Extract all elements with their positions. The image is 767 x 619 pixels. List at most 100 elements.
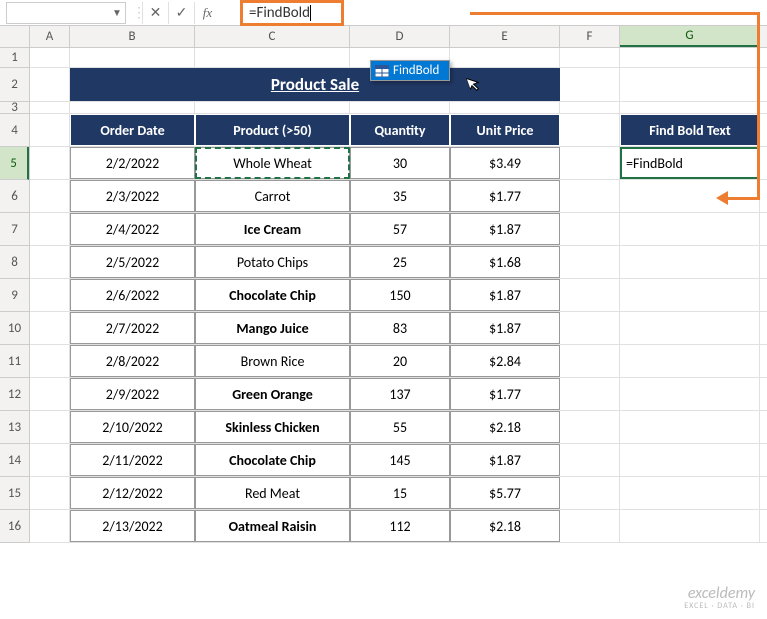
table-title[interactable]: Product Sale — [70, 68, 560, 101]
col-header-D[interactable]: D — [350, 26, 450, 47]
cell[interactable] — [30, 411, 70, 443]
cell-date[interactable]: 2/2/2022 — [70, 147, 195, 179]
header-product[interactable]: Product (>50) — [195, 114, 350, 146]
cell[interactable] — [620, 246, 760, 278]
cell[interactable] — [560, 345, 620, 377]
cell[interactable] — [560, 477, 620, 509]
row-header-4[interactable]: 4 — [0, 114, 29, 147]
cell[interactable] — [620, 378, 760, 410]
cell[interactable] — [30, 48, 70, 67]
select-all-corner[interactable] — [0, 26, 30, 47]
cell-qty[interactable]: 30 — [350, 147, 450, 179]
cell-price[interactable]: $1.77 — [450, 378, 560, 410]
active-cell-g5[interactable]: =FindBold — [620, 147, 760, 179]
row-header-5[interactable]: 5 — [0, 147, 29, 180]
col-header-E[interactable]: E — [450, 26, 560, 47]
cell[interactable] — [560, 378, 620, 410]
cell-qty[interactable]: 57 — [350, 213, 450, 245]
cell[interactable] — [620, 345, 760, 377]
cell-product[interactable]: Green Orange — [195, 378, 350, 410]
cell-date[interactable]: 2/10/2022 — [70, 411, 195, 443]
cell[interactable] — [620, 48, 760, 67]
row-header-11[interactable]: 11 — [0, 345, 29, 378]
cell[interactable] — [560, 68, 620, 101]
row-header-2[interactable]: 2 — [0, 68, 29, 102]
cell[interactable] — [70, 102, 195, 113]
cell[interactable] — [560, 213, 620, 245]
cell-price[interactable]: $3.49 — [450, 147, 560, 179]
cell[interactable] — [30, 147, 70, 179]
cell[interactable] — [620, 180, 760, 212]
cell-date[interactable]: 2/5/2022 — [70, 246, 195, 278]
cell-price[interactable]: $1.77 — [450, 180, 560, 212]
cell-product[interactable]: Ice Cream — [195, 213, 350, 245]
cell-price[interactable]: $1.87 — [450, 279, 560, 311]
cell-date[interactable]: 2/11/2022 — [70, 444, 195, 476]
cell-date[interactable]: 2/3/2022 — [70, 180, 195, 212]
cell[interactable] — [30, 213, 70, 245]
cell[interactable] — [620, 213, 760, 245]
cell[interactable] — [30, 510, 70, 542]
cell[interactable] — [620, 477, 760, 509]
row-header-16[interactable]: 16 — [0, 510, 29, 543]
row-header-9[interactable]: 9 — [0, 279, 29, 312]
cell[interactable] — [30, 102, 70, 113]
cell[interactable] — [30, 279, 70, 311]
cell[interactable] — [620, 411, 760, 443]
header-order-date[interactable]: Order Date — [70, 114, 195, 146]
cell-qty[interactable]: 20 — [350, 345, 450, 377]
cell[interactable] — [620, 312, 760, 344]
row-header-12[interactable]: 12 — [0, 378, 29, 411]
cell[interactable] — [620, 444, 760, 476]
cell[interactable] — [30, 378, 70, 410]
cell[interactable] — [560, 246, 620, 278]
cell[interactable] — [30, 180, 70, 212]
cell-date[interactable]: 2/13/2022 — [70, 510, 195, 542]
formula-autocomplete[interactable]: FindBold — [370, 60, 450, 81]
row-header-15[interactable]: 15 — [0, 477, 29, 510]
cell-qty[interactable]: 112 — [350, 510, 450, 542]
cell-qty[interactable]: 83 — [350, 312, 450, 344]
cell[interactable] — [350, 102, 450, 113]
cell-qty[interactable]: 25 — [350, 246, 450, 278]
cell[interactable] — [195, 102, 350, 113]
cell-price[interactable]: $2.84 — [450, 345, 560, 377]
cell[interactable] — [560, 411, 620, 443]
row-header-3[interactable]: 3 — [0, 102, 29, 114]
cell-date[interactable]: 2/12/2022 — [70, 477, 195, 509]
row-header-1[interactable]: 1 — [0, 48, 29, 68]
cell[interactable] — [560, 279, 620, 311]
name-box[interactable]: ▼ — [6, 2, 126, 24]
cell[interactable] — [30, 114, 70, 146]
cell-price[interactable]: $1.68 — [450, 246, 560, 278]
cell[interactable] — [450, 48, 560, 67]
cell[interactable] — [560, 147, 620, 179]
cell[interactable] — [30, 444, 70, 476]
cell[interactable] — [560, 180, 620, 212]
dropdown-icon[interactable]: ▼ — [109, 6, 125, 19]
cell-product[interactable]: Red Meat — [195, 477, 350, 509]
cell-qty[interactable]: 35 — [350, 180, 450, 212]
cell-product[interactable]: Skinless Chicken — [195, 411, 350, 443]
cell-price[interactable]: $2.18 — [450, 411, 560, 443]
row-header-14[interactable]: 14 — [0, 444, 29, 477]
cell-product[interactable]: Mango Juice — [195, 312, 350, 344]
cell[interactable] — [620, 102, 760, 113]
cell-date[interactable]: 2/7/2022 — [70, 312, 195, 344]
cell[interactable] — [620, 510, 760, 542]
cell-qty[interactable]: 150 — [350, 279, 450, 311]
cell[interactable] — [450, 102, 560, 113]
side-header[interactable]: Find Bold Text — [620, 114, 760, 146]
cell-product[interactable]: Potato Chips — [195, 246, 350, 278]
enter-button[interactable]: ✓ — [168, 2, 194, 24]
row-header-10[interactable]: 10 — [0, 312, 29, 345]
cell-product[interactable]: Whole Wheat — [195, 147, 350, 179]
cell[interactable] — [560, 444, 620, 476]
cell[interactable] — [30, 477, 70, 509]
cell[interactable] — [30, 312, 70, 344]
cell[interactable] — [195, 48, 350, 67]
header-unit-price[interactable]: Unit Price — [450, 114, 560, 146]
cell-date[interactable]: 2/9/2022 — [70, 378, 195, 410]
cell-qty[interactable]: 137 — [350, 378, 450, 410]
row-header-6[interactable]: 6 — [0, 180, 29, 213]
